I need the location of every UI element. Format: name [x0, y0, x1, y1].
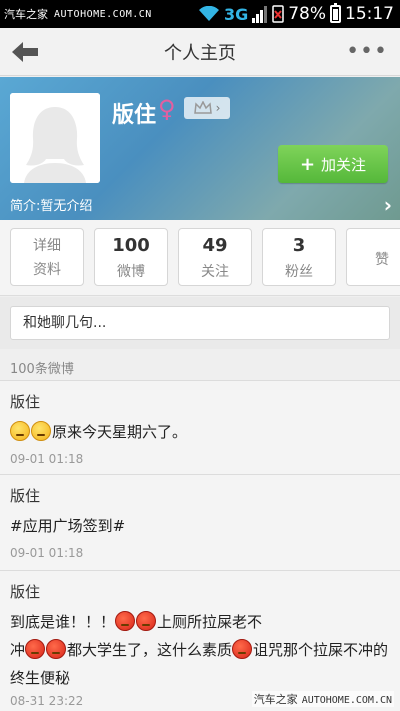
angry-emoji-icon	[46, 639, 67, 659]
following-label: 关注	[201, 264, 229, 280]
profile-bio: 简介:暂无介绍	[10, 199, 93, 214]
weibo-label: 微博	[117, 264, 145, 280]
following-count: 49	[202, 235, 228, 256]
back-button[interactable]	[10, 40, 40, 64]
feed-count-label: 100条微博	[10, 362, 74, 377]
battery-icon	[330, 3, 341, 23]
watermark-domain: AUTOHOME.COM.CN	[54, 8, 152, 20]
chat-bar: 和她聊几句...	[0, 297, 400, 349]
status-bar: 汽车之家 AUTOHOME.COM.CN 3G 78% 15:17	[0, 0, 400, 28]
angry-emoji-icon	[232, 639, 253, 659]
fans-count-tab[interactable]: 3 粉丝	[262, 228, 336, 286]
title-bar: 个人主页 •••	[0, 28, 400, 76]
profile-banner: 版住 ♀ › + 加关注 简介:暂无介绍 ›	[0, 77, 400, 220]
feed-post[interactable]: 版住 原来今天星期六了。 09-01 01:18	[0, 380, 400, 474]
network-type: 3G	[223, 4, 249, 24]
signal-icon	[252, 6, 268, 23]
vip-badge[interactable]: ›	[184, 97, 230, 119]
post-author: 版住	[10, 583, 41, 601]
details-tab[interactable]: 详细 资料	[10, 228, 84, 286]
avatar[interactable]	[10, 93, 100, 183]
back-arrow-icon	[12, 42, 38, 62]
post-content: 原来今天星期六了。	[10, 418, 390, 446]
post-time: 09-01 01:18	[10, 546, 84, 560]
feed-post[interactable]: 版住 #应用广场签到# 09-01 01:18	[0, 474, 400, 570]
status-indicators: 3G 78% 15:17	[198, 3, 400, 24]
follow-button[interactable]: + 加关注	[278, 145, 388, 183]
no-sim-icon	[272, 5, 284, 23]
details-label-line2: 资料	[33, 262, 61, 278]
angry-emoji-icon	[136, 611, 157, 631]
following-count-tab[interactable]: 49 关注	[178, 228, 252, 286]
post-text-part: 到底是谁！！！	[10, 613, 116, 631]
likes-tab[interactable]: 赞	[346, 228, 400, 286]
bio-chevron-right-icon[interactable]: ›	[384, 193, 392, 217]
chevron-right-icon: ›	[215, 101, 221, 115]
fans-label: 粉丝	[285, 264, 313, 280]
post-text-part: 都大学生了，这什么素质	[67, 641, 233, 659]
weibo-count: 100	[112, 235, 150, 256]
sleepy-emoji-icon	[31, 421, 51, 441]
profile-username: 版住	[112, 103, 157, 128]
wifi-icon	[198, 6, 219, 21]
angry-emoji-icon	[115, 611, 136, 631]
post-content: #应用广场签到#	[10, 517, 126, 535]
post-text-part: 冲	[10, 641, 26, 659]
sleepy-emoji-icon	[10, 421, 30, 441]
post-content: 到底是谁！！！ 上厕所拉屎老不 冲都大学生了，这什么素质 诅咒那个拉屎不冲的终生便秘	[10, 608, 390, 692]
footer-watermark-domain: AUTOHOME.COM.CN	[301, 695, 392, 706]
status-watermark: 汽车之家 AUTOHOME.COM.CN	[0, 6, 152, 22]
weibo-count-tab[interactable]: 100 微博	[94, 228, 168, 286]
post-text-part: 上厕所拉屎老不	[157, 613, 263, 631]
clock: 15:17	[345, 4, 394, 24]
feed-post[interactable]: 版住 到底是谁！！！ 上厕所拉屎老不 冲都大学生了，这什么素质 诅咒那个拉屎不冲的终…	[0, 570, 400, 711]
female-icon: ♀	[158, 95, 176, 123]
post-time: 09-01 01:18	[10, 452, 84, 466]
footer-watermark-text: 汽车之家	[253, 693, 298, 706]
post-author: 版住	[10, 393, 41, 411]
chat-input[interactable]: 和她聊几句...	[10, 306, 390, 340]
plus-icon: +	[299, 153, 316, 175]
details-label-line1: 详细	[33, 238, 61, 254]
footer-watermark: 汽车之家 AUTOHOME.COM.CN	[251, 691, 394, 707]
more-options-button[interactable]: •••	[346, 41, 388, 63]
battery-percent: 78%	[288, 4, 326, 24]
follow-button-label: 加关注	[321, 155, 367, 174]
angry-emoji-icon	[25, 639, 46, 659]
default-female-avatar-icon	[10, 93, 100, 183]
crown-icon	[193, 101, 212, 114]
post-author: 版住	[10, 487, 41, 505]
likes-label: 赞	[375, 252, 389, 268]
stats-row: 详细 资料 100 微博 49 关注 3 粉丝 赞	[0, 220, 400, 296]
post-text: 原来今天星期六了。	[52, 423, 188, 441]
fans-count: 3	[292, 235, 306, 256]
watermark-text: 汽车之家	[4, 8, 48, 21]
page-title: 个人主页	[164, 42, 236, 64]
